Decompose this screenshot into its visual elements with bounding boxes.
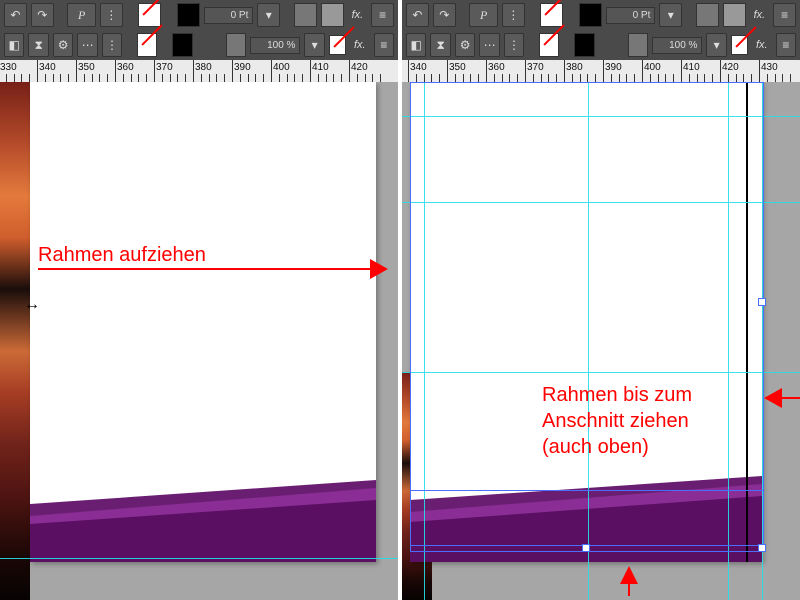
swatch-grey2[interactable]	[723, 3, 746, 27]
fill-swatch-none2[interactable]	[539, 33, 559, 57]
page[interactable]	[30, 82, 376, 562]
resize-cursor-icon: ↔	[24, 296, 40, 314]
fill-swatch-none[interactable]	[540, 3, 563, 27]
fx-button[interactable]: fx.	[348, 9, 368, 21]
stroke-menu-icon[interactable]: ▾	[257, 3, 280, 27]
swatch-none-small[interactable]	[731, 35, 748, 55]
grid-icon1[interactable]	[226, 33, 246, 57]
ruler-label: 420	[351, 62, 368, 73]
stroke-swatch-black[interactable]	[177, 3, 200, 27]
more2-icon[interactable]: ⋮	[504, 33, 524, 57]
swatch-grey[interactable]	[696, 3, 719, 27]
resize-handle-s[interactable]	[582, 544, 590, 552]
ruler-label: 380	[566, 62, 583, 73]
ruler-label: 370	[156, 62, 173, 73]
ruler-label: 410	[683, 62, 700, 73]
stroke-weight-field[interactable]: 0 Pt	[606, 7, 656, 24]
ruler-label: 340	[39, 62, 56, 73]
align-button[interactable]: ≡	[371, 3, 394, 27]
fx-button2[interactable]: fx.	[752, 39, 772, 51]
guide-h[interactable]	[0, 558, 398, 559]
tool-icon-1[interactable]: ◧	[406, 33, 426, 57]
align-button[interactable]: ≡	[773, 3, 796, 27]
arrow-right-line	[782, 397, 800, 399]
fill-swatch-none2[interactable]	[137, 33, 157, 57]
resize-handle-se[interactable]	[758, 544, 766, 552]
ruler-label: 430	[761, 62, 778, 73]
annotation-left: Rahmen aufziehen	[38, 242, 206, 268]
inner-frame[interactable]	[410, 490, 764, 546]
char-style-button[interactable]: P	[469, 3, 498, 27]
ruler-horizontal[interactable]: 330 340 350 360 370 380 390 400 410 420	[0, 60, 398, 83]
more-icon[interactable]: ⋮	[100, 3, 123, 27]
ruler-label: 410	[312, 62, 329, 73]
ruler-label: 360	[117, 62, 134, 73]
fill-swatch-none[interactable]	[138, 3, 161, 27]
swatch-none-small[interactable]	[329, 35, 346, 55]
purple-wedge	[30, 472, 376, 562]
ruler-label: 360	[488, 62, 505, 73]
stroke-menu-icon[interactable]: ▾	[659, 3, 682, 27]
opacity-field[interactable]: 100 %	[652, 37, 702, 54]
opacity-field[interactable]: 100 %	[250, 37, 300, 54]
redo-icon[interactable]: ↷	[433, 3, 456, 27]
char-style-button[interactable]: P	[67, 3, 96, 27]
canvas-right[interactable]: Rahmen bis zum Anschnitt ziehen (auch ob…	[402, 82, 800, 600]
more-icon[interactable]: ⋮	[502, 3, 525, 27]
annotation-right: Rahmen bis zum Anschnitt ziehen (auch ob…	[542, 382, 692, 460]
swatch-grey2[interactable]	[321, 3, 344, 27]
ruler-label: 380	[195, 62, 212, 73]
stroke-weight-field[interactable]: 0 Pt	[204, 7, 254, 24]
toolbar: ↶ ↷ P ⋮ 0 Pt ▾ fx. ≡ ◧ ⧗ ⚙ ⋯ ⋮	[0, 0, 398, 61]
dotted-icon[interactable]: ⋯	[479, 33, 499, 57]
quickapply-icon[interactable]: ⚙	[455, 33, 475, 57]
arrow-left	[38, 268, 370, 270]
ruler-label: 390	[605, 62, 622, 73]
ruler-label: 390	[234, 62, 251, 73]
fx-button[interactable]: fx.	[750, 9, 770, 21]
ruler-label: 340	[410, 62, 427, 73]
stroke-swatch-black2[interactable]	[574, 33, 594, 57]
opacity-menu-icon[interactable]: ▾	[304, 33, 324, 57]
align2-button[interactable]: ≡	[776, 33, 796, 57]
more2-icon[interactable]: ⋮	[102, 33, 122, 57]
arrow-left-head-icon	[370, 259, 388, 279]
ruler-label: 400	[273, 62, 290, 73]
arrow-up-line	[628, 582, 630, 596]
view-right: ↶ ↷ P ⋮ 0 Pt ▾ fx. ≡ ◧ ⧗ ⚙ ⋯ ⋮	[402, 0, 800, 600]
ruler-label: 400	[644, 62, 661, 73]
align2-button[interactable]: ≡	[374, 33, 394, 57]
grid-icon1[interactable]	[628, 33, 648, 57]
arrow-right-head-icon	[764, 388, 782, 408]
photo-strip	[0, 82, 30, 600]
redo-icon[interactable]: ↷	[31, 3, 54, 27]
stroke-swatch-black[interactable]	[579, 3, 602, 27]
ruler-label: 420	[722, 62, 739, 73]
view-left: ↶ ↷ P ⋮ 0 Pt ▾ fx. ≡ ◧ ⧗ ⚙ ⋯ ⋮	[0, 0, 398, 600]
ruler-label: 370	[527, 62, 544, 73]
undo-icon[interactable]: ↶	[406, 3, 429, 27]
selection-frame[interactable]	[410, 82, 764, 552]
tool-icon-2[interactable]: ⧗	[28, 33, 48, 57]
ruler-label: 350	[449, 62, 466, 73]
tool-icon-2[interactable]: ⧗	[430, 33, 450, 57]
stroke-swatch-black2[interactable]	[172, 33, 192, 57]
ruler-label: 330	[0, 62, 17, 73]
swatch-grey[interactable]	[294, 3, 317, 27]
quickapply-icon[interactable]: ⚙	[53, 33, 73, 57]
fx-button2[interactable]: fx.	[350, 39, 370, 51]
resize-handle-e[interactable]	[758, 298, 766, 306]
undo-icon[interactable]: ↶	[4, 3, 27, 27]
dotted-icon[interactable]: ⋯	[77, 33, 97, 57]
canvas-left[interactable]: ↔ Rahmen aufziehen	[0, 82, 398, 600]
toolbar: ↶ ↷ P ⋮ 0 Pt ▾ fx. ≡ ◧ ⧗ ⚙ ⋯ ⋮	[402, 0, 800, 61]
ruler-label: 350	[78, 62, 95, 73]
ruler-horizontal[interactable]: 340 350 360 370 380 390 400 410 420 430	[402, 60, 800, 83]
tool-icon-1[interactable]: ◧	[4, 33, 24, 57]
opacity-menu-icon[interactable]: ▾	[706, 33, 726, 57]
